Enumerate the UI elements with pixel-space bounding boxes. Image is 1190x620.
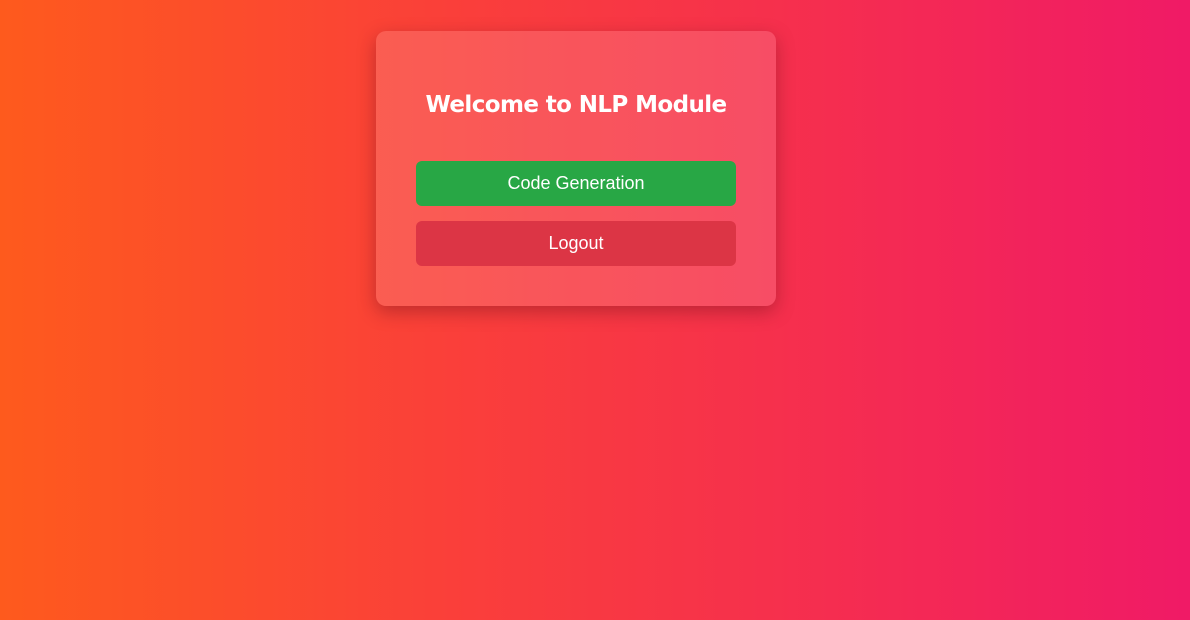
code-generation-button[interactable]: Code Generation — [416, 161, 736, 206]
logout-button[interactable]: Logout — [416, 221, 736, 266]
page-title: Welcome to NLP Module — [425, 92, 727, 118]
welcome-card: Welcome to NLP Module Code Generation Lo… — [376, 31, 776, 306]
